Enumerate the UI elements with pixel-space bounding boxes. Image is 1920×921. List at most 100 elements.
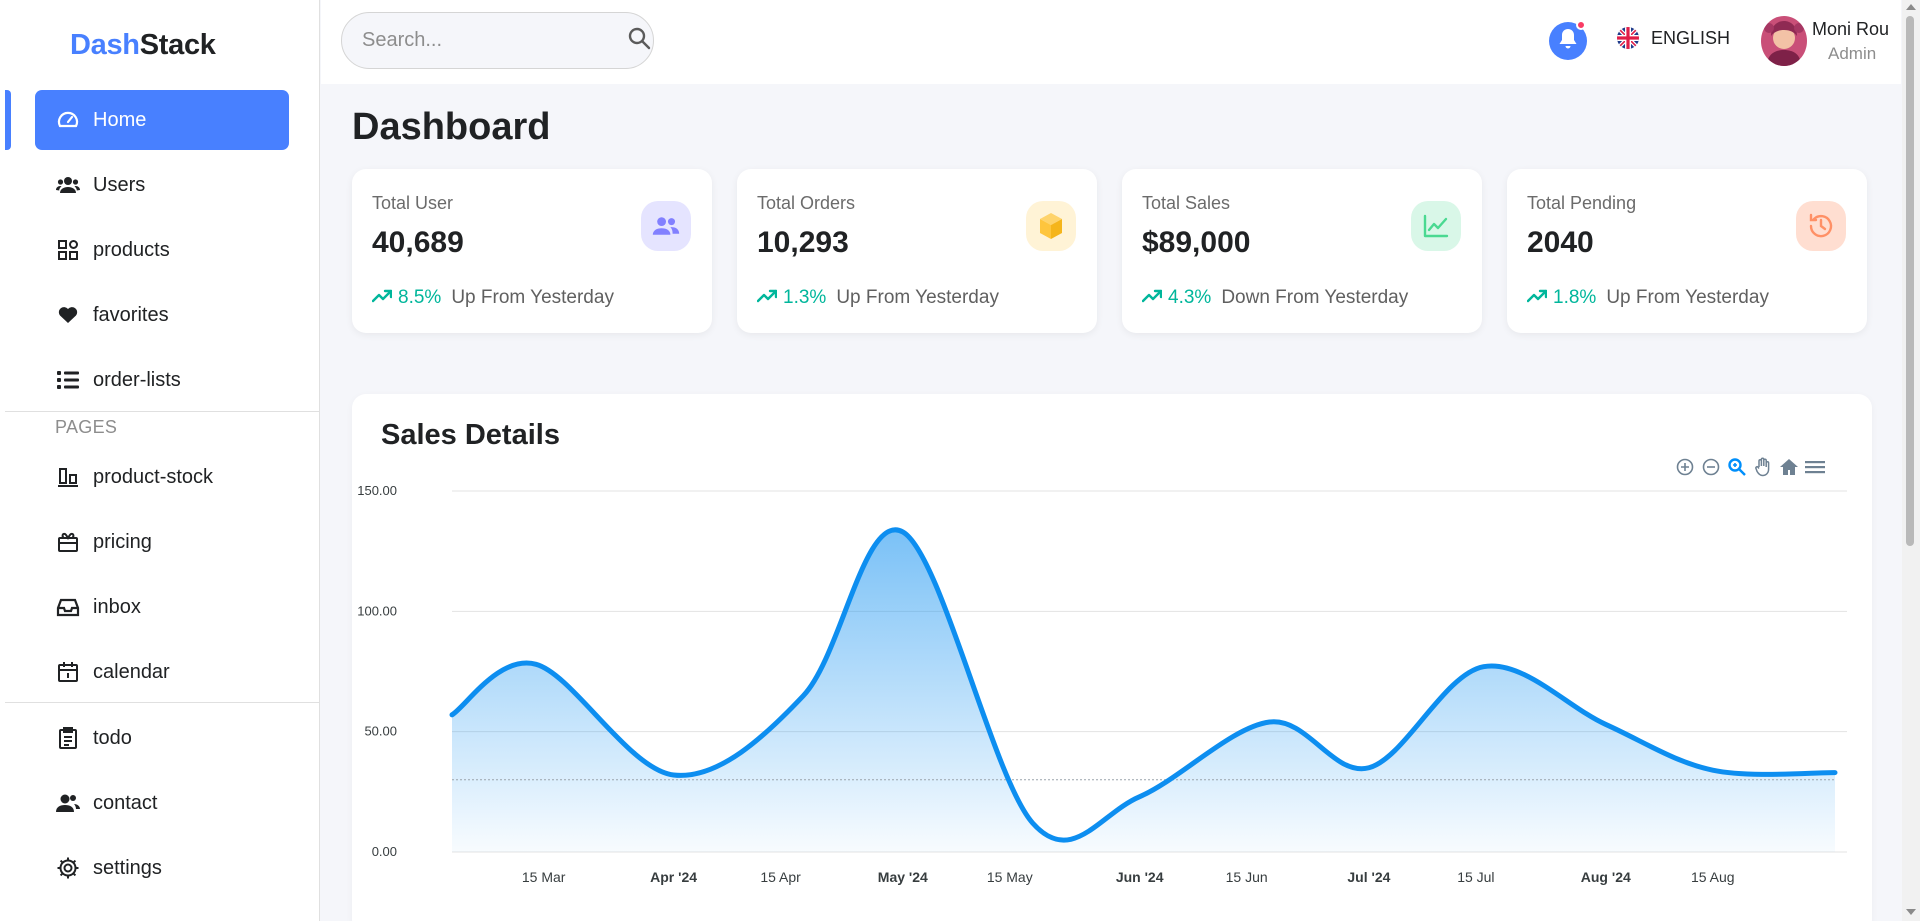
inbox-icon — [55, 594, 81, 620]
sidebar-item-label: inbox — [93, 595, 141, 618]
card-trend: 8.5% Up From Yesterday — [371, 287, 614, 309]
sidebar-item-contact[interactable]: contact — [35, 773, 289, 833]
scroll-down-arrow[interactable] — [1906, 909, 1916, 915]
sidebar-item-users[interactable]: Users — [35, 155, 289, 215]
sidebar-item-label: Home — [93, 108, 147, 131]
scrollbar[interactable] — [1902, 0, 1920, 921]
sidebar-item-products[interactable]: products — [35, 220, 289, 280]
pages-section-label: PAGES — [55, 417, 118, 437]
y-tick-label: 150.00 — [357, 483, 397, 498]
scroll-thumb[interactable] — [1906, 16, 1914, 546]
gear-icon — [55, 855, 81, 881]
sidebar-item-calendar[interactable]: calendar — [35, 642, 289, 702]
search-box — [341, 12, 654, 69]
card-label: Total User — [372, 193, 454, 213]
y-tick-label: 0.00 — [372, 844, 397, 859]
x-tick-label: 15 Jul — [1457, 869, 1494, 885]
trend-percent: 4.3% — [1168, 287, 1212, 308]
sidebar-item-label: products — [93, 238, 170, 261]
trend-up-icon — [1141, 287, 1163, 309]
card-value: 10,293 — [757, 226, 849, 259]
user-name: Moni Rou — [1812, 19, 1890, 39]
sidebar-item-todo[interactable]: todo — [35, 708, 289, 768]
gift-icon — [55, 529, 81, 555]
scroll-up-arrow[interactable] — [1906, 4, 1916, 10]
card-label: Total Sales — [1142, 193, 1231, 213]
trend-up-icon — [371, 287, 393, 309]
x-tick-label: Jul '24 — [1347, 869, 1390, 885]
calendar-icon — [55, 659, 81, 685]
trend-up-icon — [756, 287, 778, 309]
trend-percent: 8.5% — [398, 287, 442, 308]
trend-text: Up From Yesterday — [1606, 287, 1769, 308]
sidebar-item-home[interactable]: Home — [35, 90, 289, 150]
card-label: Total Pending — [1527, 193, 1637, 213]
sales-area-chart: 150.00 100.00 50.00 0.00 15 Mar Apr '24 15 Ap… — [357, 483, 1847, 885]
search-icon[interactable] — [627, 26, 651, 55]
search-input[interactable] — [362, 29, 627, 52]
sidebar-item-product-stock[interactable]: product-stock — [35, 447, 289, 507]
sidebar-divider — [5, 702, 320, 703]
y-tick-label: 50.00 — [364, 724, 397, 739]
brand-part1: Dash — [70, 29, 140, 61]
x-tick-label: Jun '24 — [1116, 869, 1164, 885]
language-label: ENGLISH — [1651, 27, 1731, 48]
x-tick-label: Apr '24 — [650, 869, 697, 885]
x-tick-label: 15 Jun — [1226, 869, 1268, 885]
notification-button[interactable] — [1549, 20, 1587, 60]
active-indicator — [5, 90, 11, 150]
sidebar-item-label: product-stock — [93, 465, 214, 488]
x-tick-label: 15 Aug — [1691, 869, 1735, 885]
sidebar: DashStack Home Users products favorites … — [0, 0, 320, 921]
chart-line-icon — [1411, 201, 1461, 251]
sidebar-item-label: calendar — [93, 660, 170, 683]
x-tick-label: Aug '24 — [1581, 869, 1631, 885]
sidebar-item-favorites[interactable]: favorites — [35, 285, 289, 345]
page-title: Dashboard — [352, 106, 551, 148]
box-icon — [1026, 201, 1076, 251]
trend-percent: 1.3% — [783, 287, 827, 308]
stat-card-total-sales: Total Sales $89,000 4.3% Down From Yeste… — [1122, 169, 1482, 333]
language-selector[interactable]: ENGLISH — [1617, 27, 1730, 49]
card-value: $89,000 — [1142, 226, 1251, 259]
topbar: ENGLISH Moni Rou Admin — [321, 0, 1901, 84]
sidebar-item-inbox[interactable]: inbox — [35, 577, 289, 637]
bell-icon — [1558, 28, 1578, 55]
brand-part2: Stack — [139, 29, 216, 61]
users-icon — [55, 172, 81, 198]
card-trend: 1.8% Up From Yesterday — [1526, 287, 1769, 309]
sales-details-title: Sales Details — [381, 419, 560, 451]
stat-card-total-user: Total User 40,689 8.5% Up From Yesterday — [352, 169, 712, 333]
trend-text: Down From Yesterday — [1221, 287, 1409, 308]
sidebar-item-order-lists[interactable]: order-lists — [35, 350, 289, 410]
list-icon — [55, 367, 81, 393]
uk-flag-icon — [1617, 27, 1639, 49]
x-tick-label: 15 Mar — [522, 869, 566, 885]
sidebar-item-label: contact — [93, 791, 158, 814]
stock-icon — [55, 464, 81, 490]
stat-card-total-orders: Total Orders 10,293 1.3% Up From Yesterd… — [737, 169, 1097, 333]
notification-badge — [1576, 20, 1586, 30]
x-tick-label: 15 Apr — [760, 869, 801, 885]
heart-icon — [55, 302, 81, 328]
card-value: 2040 — [1527, 226, 1594, 259]
brand-logo[interactable]: DashStack — [70, 29, 216, 62]
avatar[interactable] — [1761, 16, 1807, 66]
card-label: Total Orders — [757, 193, 856, 213]
trend-percent: 1.8% — [1553, 287, 1597, 308]
x-tick-label: May '24 — [878, 869, 928, 885]
sidebar-item-settings[interactable]: settings — [35, 838, 289, 898]
contact-icon — [55, 790, 81, 816]
sidebar-item-pricing[interactable]: pricing — [35, 512, 289, 572]
card-value: 40,689 — [372, 226, 464, 259]
grid-icon — [55, 237, 81, 263]
card-trend: 1.3% Up From Yesterday — [756, 287, 999, 309]
trend-text: Up From Yesterday — [836, 287, 999, 308]
sales-area-fill — [452, 529, 1835, 852]
sidebar-divider — [5, 411, 320, 412]
history-icon — [1796, 201, 1846, 251]
sidebar-item-label: settings — [93, 856, 162, 879]
trend-up-icon — [1526, 287, 1548, 309]
sidebar-item-label: favorites — [93, 303, 169, 326]
x-tick-label: 15 May — [987, 869, 1033, 885]
